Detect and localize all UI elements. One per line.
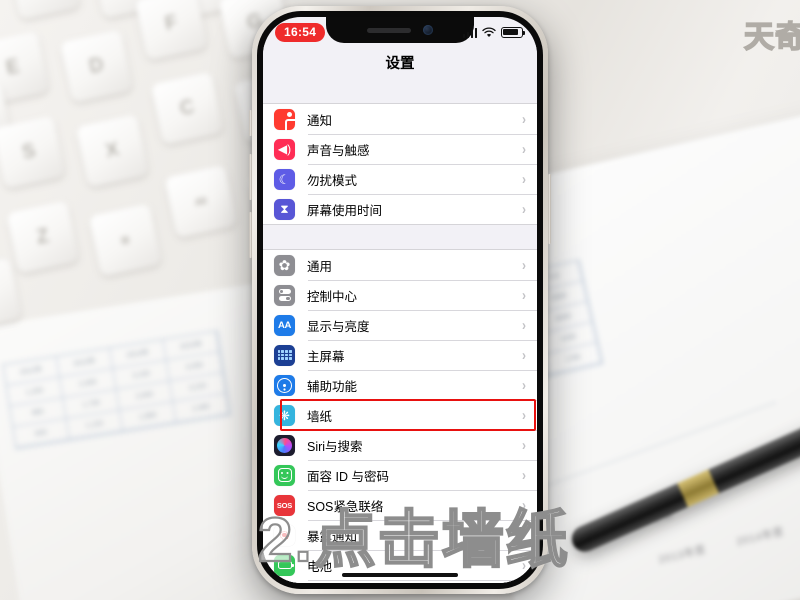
screenshot-stage: 5.8 4.702500 50006300 1.401200 67281700 … bbox=[0, 0, 800, 600]
general-icon-glyph: ✿ bbox=[278, 257, 291, 273]
settings-row-label: 屏幕使用时间 bbox=[307, 203, 383, 218]
background-label-3: 2014年度 bbox=[735, 526, 786, 549]
power-button[interactable] bbox=[548, 174, 551, 244]
settings-row-label: 主屏幕 bbox=[307, 349, 345, 364]
display-brightness-icon: AA bbox=[274, 314, 295, 336]
control-center-icon-glyph bbox=[278, 289, 291, 301]
chevron-right-icon: › bbox=[522, 466, 526, 484]
sounds-haptics-icon-glyph: ◀) bbox=[277, 142, 292, 156]
chevron-right-icon: › bbox=[522, 110, 526, 128]
background-label-2: 2013年度 bbox=[657, 544, 708, 567]
volume-down-button[interactable] bbox=[249, 212, 252, 258]
settings-row-label: 辅助功能 bbox=[307, 379, 358, 394]
settings-row[interactable]: 面容 ID 与密码 › bbox=[263, 460, 537, 490]
chevron-right-icon: › bbox=[522, 256, 526, 274]
battery-icon bbox=[501, 26, 526, 38]
screen-time-icon: ⧗ bbox=[274, 198, 295, 220]
settings-row-label: Siri与搜索 bbox=[307, 439, 363, 454]
settings-row-label: 面容 ID 与密码 bbox=[307, 469, 389, 484]
settings-row-label: 通知 bbox=[307, 113, 333, 128]
settings-row-label: 显示与亮度 bbox=[307, 319, 370, 334]
wallpaper-icon-glyph: ❋ bbox=[279, 407, 290, 423]
chevron-right-icon: › bbox=[522, 140, 526, 158]
display-brightness-icon-glyph: AA bbox=[277, 319, 292, 331]
face-id-passcode-icon bbox=[274, 464, 295, 486]
chevron-right-icon: › bbox=[522, 406, 526, 424]
settings-row[interactable]: 通知 › bbox=[263, 104, 537, 134]
settings-row[interactable]: 辅助功能 › bbox=[263, 370, 537, 400]
siri-search-icon-glyph bbox=[277, 437, 292, 453]
settings-row[interactable]: ⧗ 屏幕使用时间 › bbox=[263, 194, 537, 224]
list-group-gap bbox=[263, 225, 537, 249]
settings-row[interactable]: ❋ 墙纸 › bbox=[263, 400, 537, 430]
silence-switch[interactable] bbox=[249, 110, 252, 136]
accessibility-icon bbox=[274, 374, 295, 396]
accessibility-icon-glyph bbox=[277, 377, 292, 393]
nav-bar: 设置 bbox=[263, 45, 537, 79]
volume-up-button[interactable] bbox=[249, 154, 252, 200]
settings-row-label: 控制中心 bbox=[307, 289, 358, 304]
status-bar: 16:54 bbox=[263, 17, 537, 45]
settings-row-label: 通用 bbox=[307, 259, 333, 274]
notifications-icon bbox=[274, 108, 295, 130]
control-center-icon bbox=[274, 284, 295, 306]
instruction-annotation: 2.点击墙纸 bbox=[257, 505, 570, 576]
do-not-disturb-icon-glyph: ☾ bbox=[278, 171, 291, 187]
general-icon: ✿ bbox=[274, 254, 295, 276]
screen-time-icon-glyph: ⧗ bbox=[280, 202, 289, 216]
wallpaper-icon: ❋ bbox=[274, 404, 295, 426]
settings-row-label: 墙纸 bbox=[307, 409, 333, 424]
face-id-passcode-icon-glyph bbox=[277, 468, 292, 482]
settings-group: 通知 › ◀) 声音与触感 › ☾ 勿扰模式 › ⧗ 屏幕使用时间 › bbox=[263, 103, 537, 225]
status-indicators bbox=[462, 26, 526, 38]
watermark: 天奇 bbox=[743, 20, 800, 55]
chevron-right-icon: › bbox=[522, 170, 526, 188]
settings-row[interactable]: ◀) 声音与触感 › bbox=[263, 134, 537, 164]
chevron-right-icon: › bbox=[522, 316, 526, 334]
chevron-right-icon: › bbox=[522, 346, 526, 364]
settings-row[interactable]: ✿ 通用 › bbox=[263, 250, 537, 280]
settings-row[interactable]: 控制中心 › bbox=[263, 280, 537, 310]
chevron-right-icon: › bbox=[522, 200, 526, 218]
chevron-right-icon: › bbox=[522, 436, 526, 454]
wifi-icon bbox=[482, 26, 496, 37]
home-screen-icon-glyph bbox=[277, 350, 292, 360]
settings-row[interactable]: ☾ 勿扰模式 › bbox=[263, 164, 537, 194]
status-time: 16:54 bbox=[275, 22, 326, 42]
settings-row[interactable]: 主屏幕 › bbox=[263, 340, 537, 370]
home-screen-icon bbox=[274, 344, 295, 366]
signal-bars-icon bbox=[462, 27, 477, 38]
settings-row[interactable]: AA 显示与亮度 › bbox=[263, 310, 537, 340]
siri-search-icon bbox=[274, 434, 295, 456]
settings-row[interactable]: Siri与搜索 › bbox=[263, 430, 537, 460]
chevron-right-icon: › bbox=[522, 286, 526, 304]
list-group-gap bbox=[263, 79, 537, 103]
chevron-right-icon: › bbox=[522, 376, 526, 394]
page-title: 设置 bbox=[385, 55, 415, 72]
settings-row[interactable]: ✋隐私› bbox=[263, 580, 537, 583]
sounds-haptics-icon: ◀) bbox=[274, 138, 295, 160]
settings-row-label: 勿扰模式 bbox=[307, 173, 358, 188]
do-not-disturb-icon: ☾ bbox=[274, 168, 295, 190]
settings-row-label: 声音与触感 bbox=[307, 143, 370, 158]
